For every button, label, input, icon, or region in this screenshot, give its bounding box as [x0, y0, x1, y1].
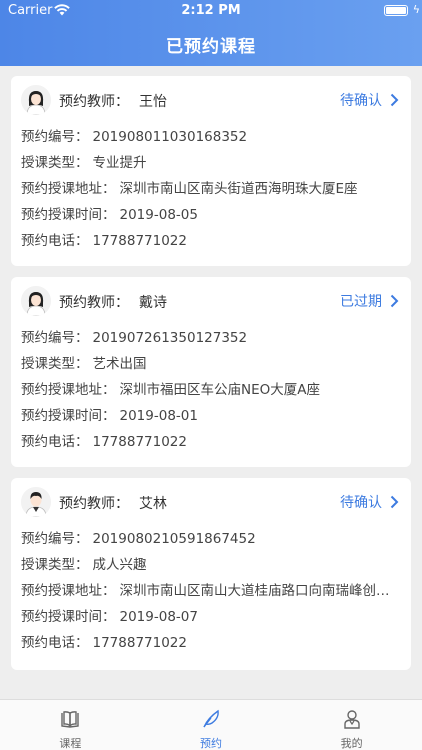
course-type-row: 授课类型： 艺术出国	[21, 356, 147, 372]
teacher-name: 戴诗	[139, 295, 167, 311]
teacher-info: 预约教师： 艾林	[59, 493, 167, 513]
phone-row: 预约电话： 17788771022	[21, 434, 187, 450]
card-header: 预约教师： 王怡 待确认	[11, 76, 411, 124]
tab-label: 预约	[200, 737, 222, 750]
teacher-label: 预约教师：	[59, 496, 129, 512]
page-title: 已预约课程	[166, 37, 256, 57]
teacher-info: 预约教师： 王怡	[59, 91, 167, 111]
time-row: 预约授课时间： 2019-08-07	[21, 609, 198, 625]
teacher-info: 预约教师： 戴诗	[59, 292, 167, 312]
appointment-card[interactable]: 预约教师： 艾林 待确认 预约编号： 201908021059186745​2 授课…	[11, 478, 411, 670]
phone-row: 预约电话： 17788771022	[21, 233, 187, 249]
course-type-row: 授课类型： 成人兴趣	[21, 557, 147, 573]
address-row: 预约授课地址： 深圳市福田区车公庙NEO大厦A座	[21, 382, 320, 398]
status-link[interactable]: 已过期	[340, 291, 399, 311]
header: Carrier 2:12 PM ϟ 已预约课程	[0, 0, 422, 66]
teacher-name: 王怡	[139, 94, 167, 110]
teacher-label: 预约教师：	[59, 295, 129, 311]
male-avatar-icon	[21, 487, 51, 517]
feather-icon	[203, 709, 219, 728]
time-row: 预约授课时间： 2019-08-05	[21, 207, 198, 223]
card-header: 预约教师： 戴诗 已过期	[11, 277, 411, 325]
tab-appointments[interactable]: 预约	[141, 700, 282, 750]
tab-courses[interactable]: 课程	[0, 700, 141, 750]
address-row: 预约授课地址： 深圳市南山区南头街道西海明珠大厦E座	[21, 181, 358, 197]
female-avatar-icon	[21, 85, 51, 115]
booking-number-row: 预约编号： 20190801103016835​2	[21, 129, 248, 145]
status-bar: Carrier 2:12 PM ϟ	[0, 0, 422, 22]
chevron-right-icon	[390, 93, 399, 107]
tab-label: 我的	[340, 737, 363, 750]
appointment-card[interactable]: 预约教师： 戴诗 已过期 预约编号： 201907261350127352 授课类型…	[11, 277, 411, 467]
status-link[interactable]: 待确认	[340, 492, 399, 512]
chevron-right-icon	[390, 294, 399, 308]
book-icon	[61, 711, 80, 728]
teacher-label: 预约教师：	[59, 94, 129, 110]
chevron-right-icon	[390, 495, 399, 509]
phone-row: 预约电话： 17788771022	[21, 635, 187, 651]
charging-icon: ϟ	[412, 3, 420, 16]
tab-label: 课程	[59, 737, 82, 750]
female-avatar-icon	[21, 286, 51, 316]
course-type-row: 授课类型： 专业提升	[21, 155, 147, 171]
booking-number-row: 预约编号： 201907261350127352	[21, 330, 248, 346]
teacher-name: 艾林	[139, 496, 167, 512]
status-label: 待确认	[340, 495, 382, 511]
booking-number-row: 预约编号： 201908021059186745​2	[21, 531, 256, 547]
battery-icon	[384, 5, 408, 16]
status-link[interactable]: 待确认	[340, 90, 399, 110]
tab-bar: 课程 预约 我的	[0, 699, 422, 750]
appointment-card[interactable]: 预约教师： 王怡 待确认 预约编号： 20190801103016835​2 授课类…	[11, 76, 411, 266]
status-label: 已过期	[340, 294, 382, 310]
address-row: 预约授课地址： 深圳市南山区南山大道桂庙路口向南瑞峰创业…	[21, 583, 403, 599]
clock: 2:12 PM	[181, 3, 241, 18]
time-row: 预约授课时间： 2019-08-01	[21, 408, 198, 424]
card-header: 预约教师： 艾林 待确认	[11, 478, 411, 526]
tab-mine[interactable]: 我的	[281, 700, 422, 750]
status-label: 待确认	[340, 93, 382, 109]
user-icon	[343, 710, 360, 729]
